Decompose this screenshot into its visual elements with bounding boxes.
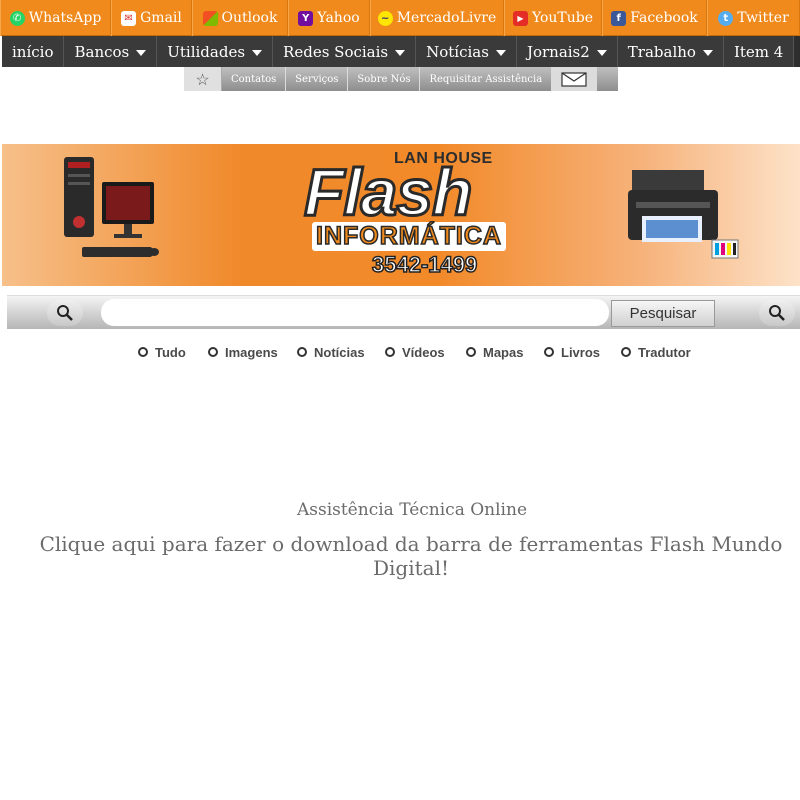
phone-number: 3542-1499 xyxy=(371,251,478,278)
lan-house-label: LAN HOUSE xyxy=(394,150,493,167)
search-options: Tudo Imagens Notícias Vídeos Mapas Livro… xyxy=(0,342,800,364)
nav-item-utilidades[interactable]: Utilidades xyxy=(157,36,274,67)
subnav-item-contatos[interactable]: Contatos xyxy=(222,67,287,91)
option-label: Vídeos xyxy=(402,344,445,360)
search-option-tradutor[interactable]: Tradutor xyxy=(621,342,691,362)
radio-button[interactable] xyxy=(208,347,218,357)
option-label: Imagens xyxy=(225,344,278,360)
quick-link-twitter[interactable]: t Twitter xyxy=(707,0,800,36)
quick-link-label: Twitter xyxy=(737,10,789,26)
nav-item-jornais2[interactable]: Jornais2 xyxy=(517,36,618,67)
search-icon xyxy=(769,305,785,321)
option-label: Tradutor xyxy=(638,344,691,360)
twitter-icon: t xyxy=(718,10,734,26)
quick-link-label: Outlook xyxy=(221,10,278,26)
gmail-icon: ✉ xyxy=(121,10,137,26)
youtube-icon: ▶ xyxy=(512,10,528,26)
radio-button[interactable] xyxy=(466,347,476,357)
quick-link-label: WhatsApp xyxy=(28,10,102,26)
download-toolbar-link[interactable]: Clique aqui para fazer o download da bar… xyxy=(0,532,800,580)
search-option-livros[interactable]: Livros xyxy=(544,342,600,362)
quick-link-facebook[interactable]: f Facebook xyxy=(602,0,707,36)
subnav-item-servicos[interactable]: Serviços xyxy=(286,67,349,91)
quick-link-label: MercadoLivre xyxy=(396,10,497,26)
nav-fill xyxy=(794,36,800,67)
yahoo-icon: Y xyxy=(298,10,314,26)
quick-link-gmail[interactable]: ✉ Gmail xyxy=(111,0,192,36)
caret-down-icon xyxy=(495,49,506,56)
search-option-imagens[interactable]: Imagens xyxy=(208,342,278,362)
favorite-button[interactable]: ☆ xyxy=(184,67,222,91)
search-input[interactable] xyxy=(101,299,609,326)
option-label: Notícias xyxy=(314,344,365,360)
search-option-mapas[interactable]: Mapas xyxy=(466,342,523,362)
mercadolivre-icon: ~ xyxy=(377,10,393,26)
search-left-button[interactable] xyxy=(47,300,83,326)
radio-button[interactable] xyxy=(385,347,395,357)
subnav-item-requisitar-assistencia[interactable]: Requisitar Assistência xyxy=(420,67,553,91)
radio-button[interactable] xyxy=(621,347,631,357)
caret-down-icon xyxy=(252,49,263,56)
quick-link-whatsapp[interactable]: ✆ WhatsApp xyxy=(0,0,111,36)
option-label: Livros xyxy=(561,344,601,360)
quick-links-bar: ✆ WhatsApp ✉ Gmail Outlook Y Yahoo ~ Mer… xyxy=(0,0,800,36)
quick-link-mercadolivre[interactable]: ~ MercadoLivre xyxy=(370,0,504,36)
search-right-button[interactable] xyxy=(759,300,795,326)
nav-item-label: início xyxy=(12,42,54,61)
radio-button[interactable] xyxy=(138,347,148,357)
quick-link-label: Gmail xyxy=(140,10,182,26)
nav-item-bancos[interactable]: Bancos xyxy=(64,36,158,67)
brand-subtitle: INFORMÁTICA xyxy=(312,221,506,251)
search-icon xyxy=(57,305,73,321)
search-bar: Pesquisar xyxy=(7,295,800,329)
nav-item-label: Jornais2 xyxy=(526,42,590,61)
option-label: Mapas xyxy=(483,344,524,360)
nav-item-noticias[interactable]: Notícias xyxy=(416,36,517,67)
quick-link-label: Facebook xyxy=(630,10,698,26)
contact-mail-button[interactable] xyxy=(552,67,598,91)
caret-down-icon xyxy=(596,49,607,56)
quick-link-youtube[interactable]: ▶ YouTube xyxy=(504,0,602,36)
caret-down-icon xyxy=(702,49,713,56)
desktop-computer-image xyxy=(64,157,159,257)
mail-icon xyxy=(561,72,587,87)
search-option-noticias[interactable]: Notícias xyxy=(297,342,365,362)
search-option-videos[interactable]: Vídeos xyxy=(385,342,445,362)
assist-heading: Assistência Técnica Online xyxy=(296,500,528,520)
caret-down-icon xyxy=(395,49,406,56)
search-option-tudo[interactable]: Tudo xyxy=(138,342,186,362)
nav-item-label: Redes Sociais xyxy=(283,42,389,61)
nav-item-item4[interactable]: Item 4 xyxy=(724,36,795,67)
nav-item-label: Notícias xyxy=(426,42,489,61)
main-nav: início Bancos Utilidades Redes Sociais N… xyxy=(2,36,800,67)
printer-image xyxy=(628,170,739,259)
quick-link-label: YouTube xyxy=(531,10,594,26)
option-label: Tudo xyxy=(155,344,186,360)
sub-nav: ☆ Contatos Serviços Sobre Nós Requisitar… xyxy=(184,67,618,91)
nav-item-inicio[interactable]: início xyxy=(2,36,65,67)
nav-item-label: Bancos xyxy=(74,42,130,61)
header-banner: Flash LAN HOUSE INFORMÁTICA 3542-1499 xyxy=(2,144,800,286)
search-button[interactable]: Pesquisar xyxy=(611,300,715,327)
outlook-icon xyxy=(202,10,218,26)
radio-button[interactable] xyxy=(544,347,554,357)
quick-link-yahoo[interactable]: Y Yahoo xyxy=(288,0,370,36)
quick-link-outlook[interactable]: Outlook xyxy=(192,0,288,36)
star-icon: ☆ xyxy=(195,69,210,89)
whatsapp-icon: ✆ xyxy=(9,10,25,26)
nav-item-label: Item 4 xyxy=(733,42,784,61)
flash-logo: Flash LAN HOUSE INFORMÁTICA 3542-1499 xyxy=(302,148,532,282)
nav-item-trabalho[interactable]: Trabalho xyxy=(618,36,724,67)
nav-item-redes-sociais[interactable]: Redes Sociais xyxy=(273,36,417,67)
subnav-item-sobre-nos[interactable]: Sobre Nós xyxy=(348,67,421,91)
caret-down-icon xyxy=(136,49,147,56)
radio-button[interactable] xyxy=(297,347,307,357)
nav-item-label: Trabalho xyxy=(627,42,696,61)
facebook-icon: f xyxy=(611,10,627,26)
nav-item-label: Utilidades xyxy=(167,42,246,61)
quick-link-label: Yahoo xyxy=(317,10,360,26)
